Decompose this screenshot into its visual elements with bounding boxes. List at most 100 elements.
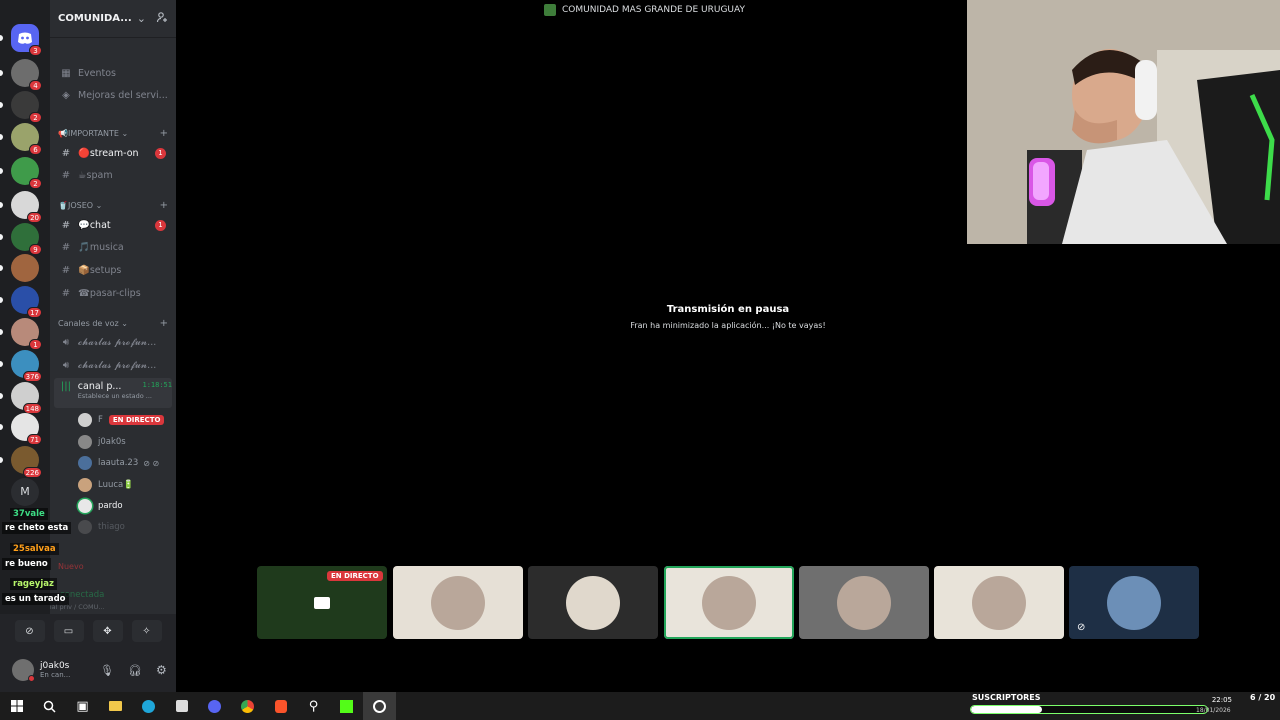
server-icon-7[interactable]: 9 [11, 223, 42, 255]
tile-participant-4[interactable] [799, 566, 929, 639]
voice-user-name: thiago [98, 522, 125, 532]
unread-pill [0, 393, 3, 399]
brave-icon[interactable] [264, 692, 297, 720]
stream-paused-subtitle: Fran ha minimizado la aplicación... ¡No … [630, 321, 826, 330]
channel-musica[interactable]: # 🎵musica [54, 237, 172, 257]
user-status: En can... [40, 671, 71, 679]
voice-user-luuca[interactable]: Luuca🔋 [78, 476, 170, 494]
tray-clock-time[interactable]: 22:05 [1206, 696, 1232, 704]
server-icon-13[interactable]: 71 [11, 413, 42, 445]
server-name[interactable]: COMUNIDA... [58, 13, 133, 24]
mention-badge: 226 [22, 467, 42, 478]
voice-user-thiago[interactable]: thiago [78, 518, 170, 536]
channel-label: 💬chat [78, 219, 111, 231]
server-icon-letter[interactable]: M [11, 478, 39, 506]
server-header[interactable]: COMUNIDA... ⌄ [50, 0, 176, 38]
stream-paused-title: Transmisión en pausa [666, 304, 790, 315]
channel-sidebar: COMUNIDA... ⌄ ▦ Eventos ◈ Mejoras del se… [50, 0, 176, 692]
windows-start-icon[interactable] [0, 692, 33, 720]
plus-icon[interactable]: + [160, 318, 168, 329]
voice-user-f[interactable]: F EN DIRECTO [78, 411, 170, 429]
headphones-icon[interactable]: 🎧︎ [128, 664, 142, 677]
server-icon-11[interactable]: 376 [11, 350, 42, 382]
voice-status[interactable]: Establece un estado ... [78, 392, 172, 400]
server-icon-10[interactable]: 1 [11, 318, 42, 350]
voice-user-laauta[interactable]: laauta.23 ⊘ ⊘ [78, 454, 170, 472]
chrome-icon[interactable] [231, 692, 264, 720]
muted-icon: ⊘ ⊘ [143, 458, 160, 468]
channel-stream-on[interactable]: # 🔴stream-on 1 [54, 143, 172, 163]
category-joseo[interactable]: 🥤JOSEO ⌄ + [58, 198, 172, 212]
add-member-icon[interactable] [156, 11, 168, 26]
tile-participant-3[interactable] [664, 566, 794, 639]
soundboard-button[interactable]: ✧ [131, 620, 162, 642]
channel-spam[interactable]: # ☕spam [54, 165, 172, 185]
server-icon-6[interactable]: 20 [11, 191, 42, 223]
discord-icon[interactable] [198, 692, 231, 720]
server-icon-5[interactable]: 2 [11, 157, 42, 189]
tile-participant-1[interactable] [393, 566, 523, 639]
participant-avatar [837, 575, 891, 630]
user-panel: j0ak0s En can... 🎙︎ 🎧︎ ⚙ [0, 648, 176, 692]
tile-participant-5[interactable] [934, 566, 1064, 639]
participant-avatar [431, 575, 485, 630]
microphone-icon[interactable]: 🎙︎ [100, 664, 114, 677]
camera-off-button[interactable]: ⊘ [14, 620, 45, 642]
voice-channel-active[interactable]: ||| canal p... 1:18:51 Establece un esta… [54, 378, 172, 408]
unread-badge: 1 [155, 220, 166, 231]
mention-badge: 6 [29, 144, 42, 155]
voice-user-pardo[interactable]: pardo [78, 497, 170, 515]
task-view-icon[interactable]: ▣ [66, 692, 99, 720]
tile-participant-2[interactable] [528, 566, 658, 639]
channel-setups[interactable]: # 📦setups [54, 260, 172, 280]
server-icon-1[interactable]: 3 [11, 24, 42, 56]
server-icon-4[interactable]: 6 [11, 123, 42, 155]
mention-badge: 4 [29, 80, 42, 91]
sidebar-item-boosts[interactable]: ◈ Mejoras del servi... [54, 85, 172, 105]
avatar [78, 499, 92, 513]
subs-goal-count: 6 / 20 [1250, 693, 1276, 702]
obs-icon[interactable] [363, 692, 396, 720]
edge-icon[interactable] [132, 692, 165, 720]
server-icon-12[interactable]: 148 [11, 382, 42, 414]
unread-pill [0, 329, 3, 335]
search-icon[interactable] [33, 692, 66, 720]
voice-user-j0ak0s[interactable]: j0ak0s [78, 433, 170, 451]
file-explorer-icon[interactable] [99, 692, 132, 720]
server-icon-3[interactable]: 2 [11, 91, 42, 123]
voice-channel-1[interactable]: 🔊︎ 𝓬𝓱𝓪𝓻𝓵𝓪𝓼 𝓹𝓻𝓸𝓯𝓾𝓷... [54, 332, 172, 352]
server-icon-9[interactable]: 17 [11, 286, 42, 318]
webcam-feed [967, 0, 1280, 244]
voice-channel-2[interactable]: 🔊︎ 𝓬𝓱𝓪𝓻𝓵𝓪𝓼 𝓹𝓻𝓸𝓯𝓾𝓷... [54, 355, 172, 375]
category-importante[interactable]: 📢IMPORTANTE ⌄ + [58, 126, 172, 140]
magnifier-icon[interactable]: ⚲ [297, 692, 330, 720]
tile-screen-share[interactable]: EN DIRECTO [257, 566, 387, 639]
screen-share-button[interactable]: ▭ [53, 620, 84, 642]
server-icon-2[interactable]: 4 [11, 59, 42, 91]
store-icon[interactable] [165, 692, 198, 720]
category-voz[interactable]: Canales de voz ⌄ + [58, 316, 172, 330]
tray-clock-date[interactable]: 18/01/2026 [1196, 707, 1231, 714]
participant-avatar [702, 575, 756, 630]
activities-button[interactable]: ✥ [92, 620, 123, 642]
unread-badge: 1 [155, 148, 166, 159]
mention-badge: 20 [27, 212, 42, 223]
gear-icon[interactable]: ⚙ [156, 663, 167, 677]
server-icon-14[interactable]: 226 [11, 446, 42, 478]
unread-pill [0, 102, 3, 108]
avatar[interactable] [12, 659, 35, 682]
unread-pill [0, 202, 3, 208]
hashtag-icon: # [61, 147, 71, 159]
mention-badge: 17 [27, 307, 42, 318]
tile-participant-6[interactable]: ⊘ [1069, 566, 1199, 639]
kick-icon[interactable] [330, 692, 363, 720]
chevron-down-icon[interactable]: ⌄ [137, 12, 146, 25]
chat-message: es un tarado [2, 593, 69, 605]
sidebar-item-eventos[interactable]: ▦ Eventos [54, 63, 172, 83]
sidebar-item-label: Eventos [78, 67, 116, 79]
channel-chat[interactable]: # 💬chat 1 [54, 215, 172, 235]
channel-pasar-clips[interactable]: # ☎pasar-clips [54, 283, 172, 303]
plus-icon[interactable]: + [160, 128, 168, 139]
plus-icon[interactable]: + [160, 200, 168, 211]
server-icon-8[interactable] [11, 254, 39, 282]
